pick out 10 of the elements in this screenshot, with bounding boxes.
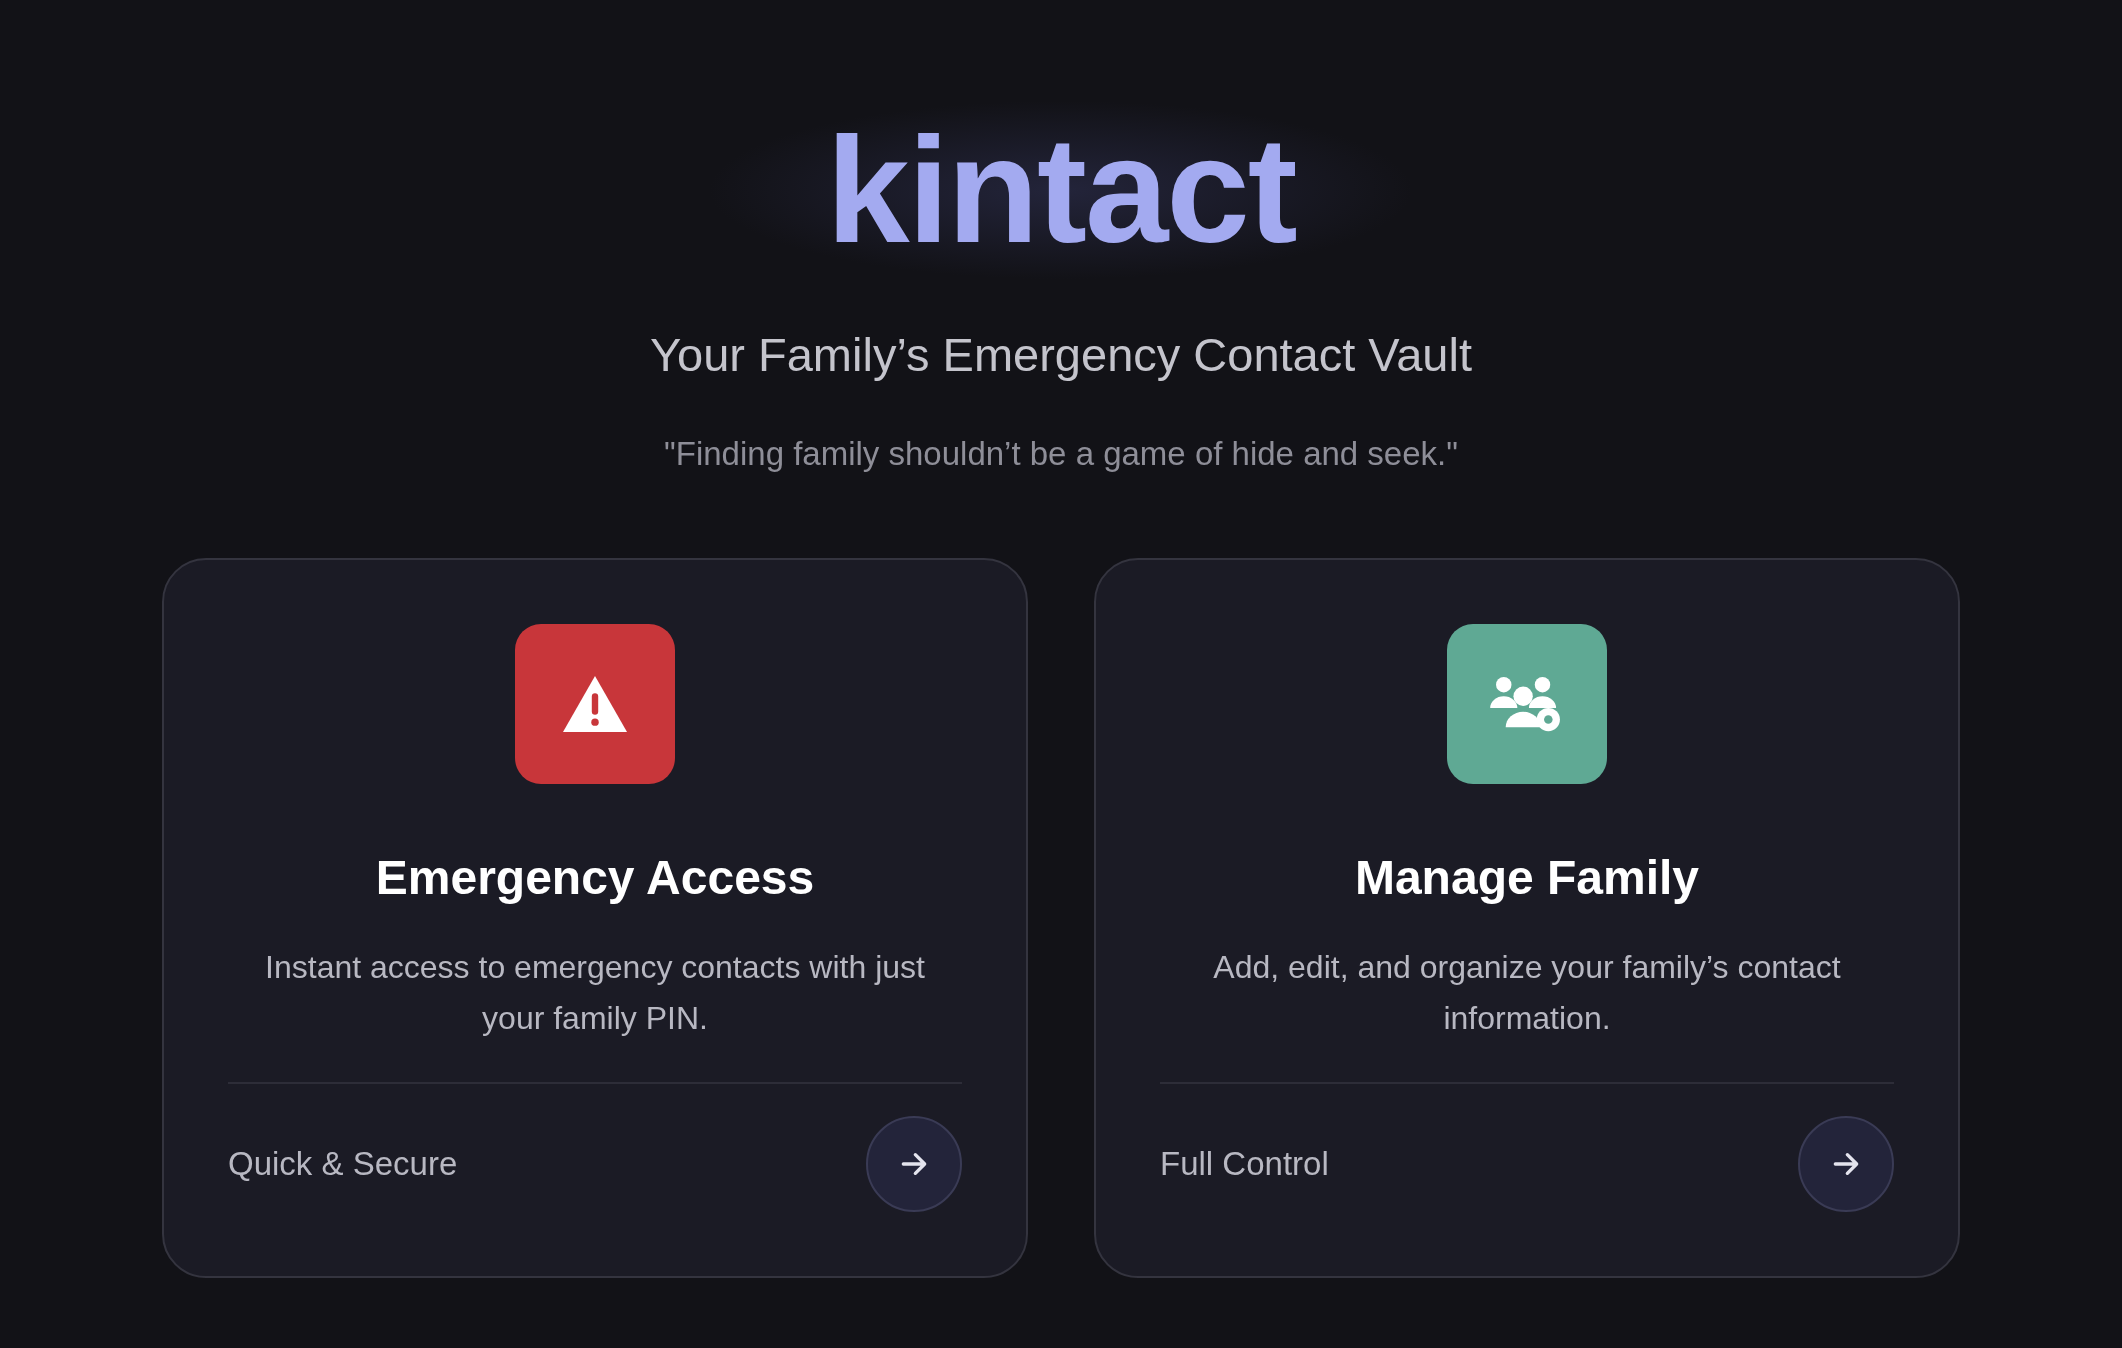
card-title: Emergency Access (375, 850, 815, 906)
tagline: Your Family’s Emergency Contact Vault (650, 327, 1472, 383)
warning-icon (563, 676, 627, 732)
card-title: Manage Family (1354, 850, 1700, 906)
card-description: Add, edit, and organize your family’s contact information. (1212, 948, 1842, 1038)
card-footer-label: Full Control (1160, 1144, 1329, 1185)
logo: kintact (826, 110, 1296, 270)
card-footer-label: Quick & Secure (228, 1144, 458, 1185)
card-description: Instant access to emergency contacts with just your family PIN. (264, 948, 926, 1038)
quote: "Finding family shouldn’t be a game of hide and seek." (664, 433, 1458, 474)
